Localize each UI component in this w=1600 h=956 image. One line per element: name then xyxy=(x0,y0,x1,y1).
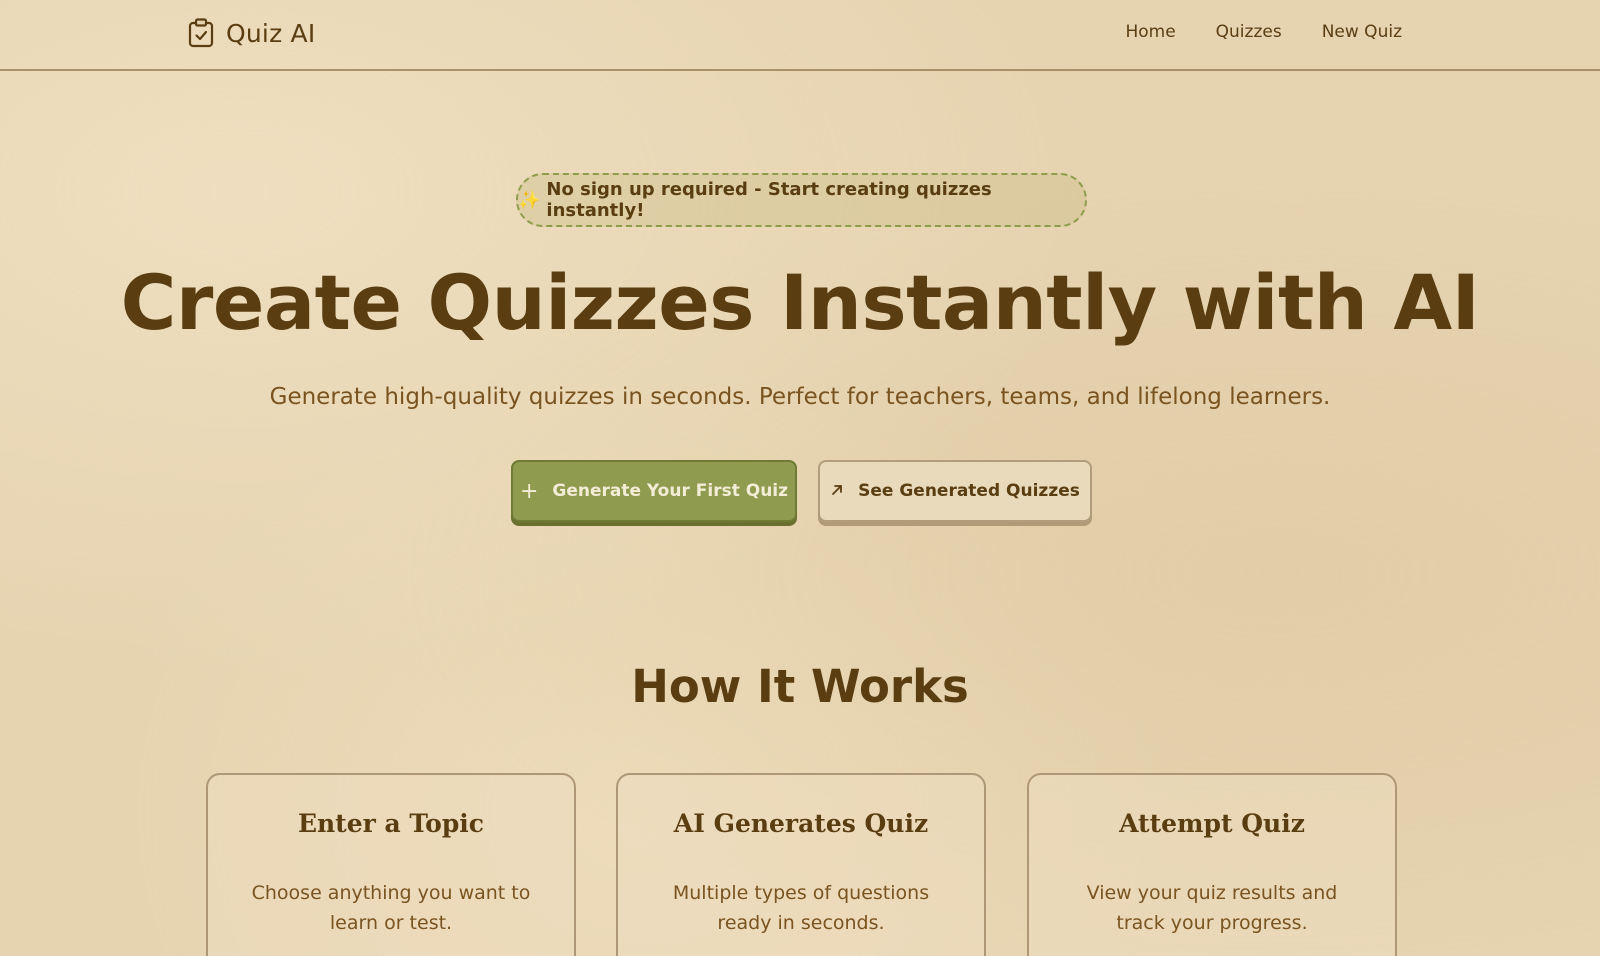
top-nav: Quiz AI Home Quizzes New Quiz xyxy=(0,0,1600,71)
step-card-title: AI Generates Quiz xyxy=(673,809,929,838)
badge-text: No sign up required - Start creating qui… xyxy=(546,179,992,221)
step-card-description: Multiple types of questions ready in sec… xyxy=(672,882,930,934)
step-card-description: Choose anything you want to learn or tes… xyxy=(251,882,531,934)
step-card-description: View your quiz results and track your pr… xyxy=(1086,882,1338,934)
hero-title: Create Quizzes Instantly with AI xyxy=(120,258,1480,347)
step-card-attempt-quiz: Attempt Quiz View your quiz results and … xyxy=(1027,773,1397,956)
hero-subtitle: Generate high-quality quizzes in seconds… xyxy=(269,384,1331,410)
arrow-up-right-icon xyxy=(830,482,844,501)
see-generated-quizzes-label: See Generated Quizzes xyxy=(858,481,1080,501)
no-signup-badge: ✨ No sign up required - Start creating q… xyxy=(516,173,1087,227)
step-card-title: Enter a Topic xyxy=(297,809,485,838)
plus-icon: + xyxy=(519,478,539,504)
generate-first-quiz-button[interactable]: + Generate Your First Quiz xyxy=(511,460,797,522)
step-card-enter-topic: Enter a Topic Choose anything you want t… xyxy=(206,773,576,956)
see-generated-quizzes-button[interactable]: See Generated Quizzes xyxy=(818,460,1092,522)
nav-link-quizzes[interactable]: Quizzes xyxy=(1216,22,1282,42)
brand[interactable]: Quiz AI xyxy=(188,18,315,48)
sparkles-icon: ✨ xyxy=(518,189,541,211)
brand-name: Quiz AI xyxy=(226,18,316,48)
nav-link-home[interactable]: Home xyxy=(1125,22,1175,42)
step-card-title: Attempt Quiz xyxy=(1119,809,1305,838)
nav-links: Home Quizzes New Quiz xyxy=(1125,22,1402,42)
nav-link-new-quiz[interactable]: New Quiz xyxy=(1322,22,1402,42)
how-it-works-title: How It Works xyxy=(631,660,969,713)
step-card-ai-generates: AI Generates Quiz Multiple types of ques… xyxy=(616,773,986,956)
generate-first-quiz-label: Generate Your First Quiz xyxy=(552,481,789,501)
clipboard-check-icon xyxy=(188,18,214,48)
